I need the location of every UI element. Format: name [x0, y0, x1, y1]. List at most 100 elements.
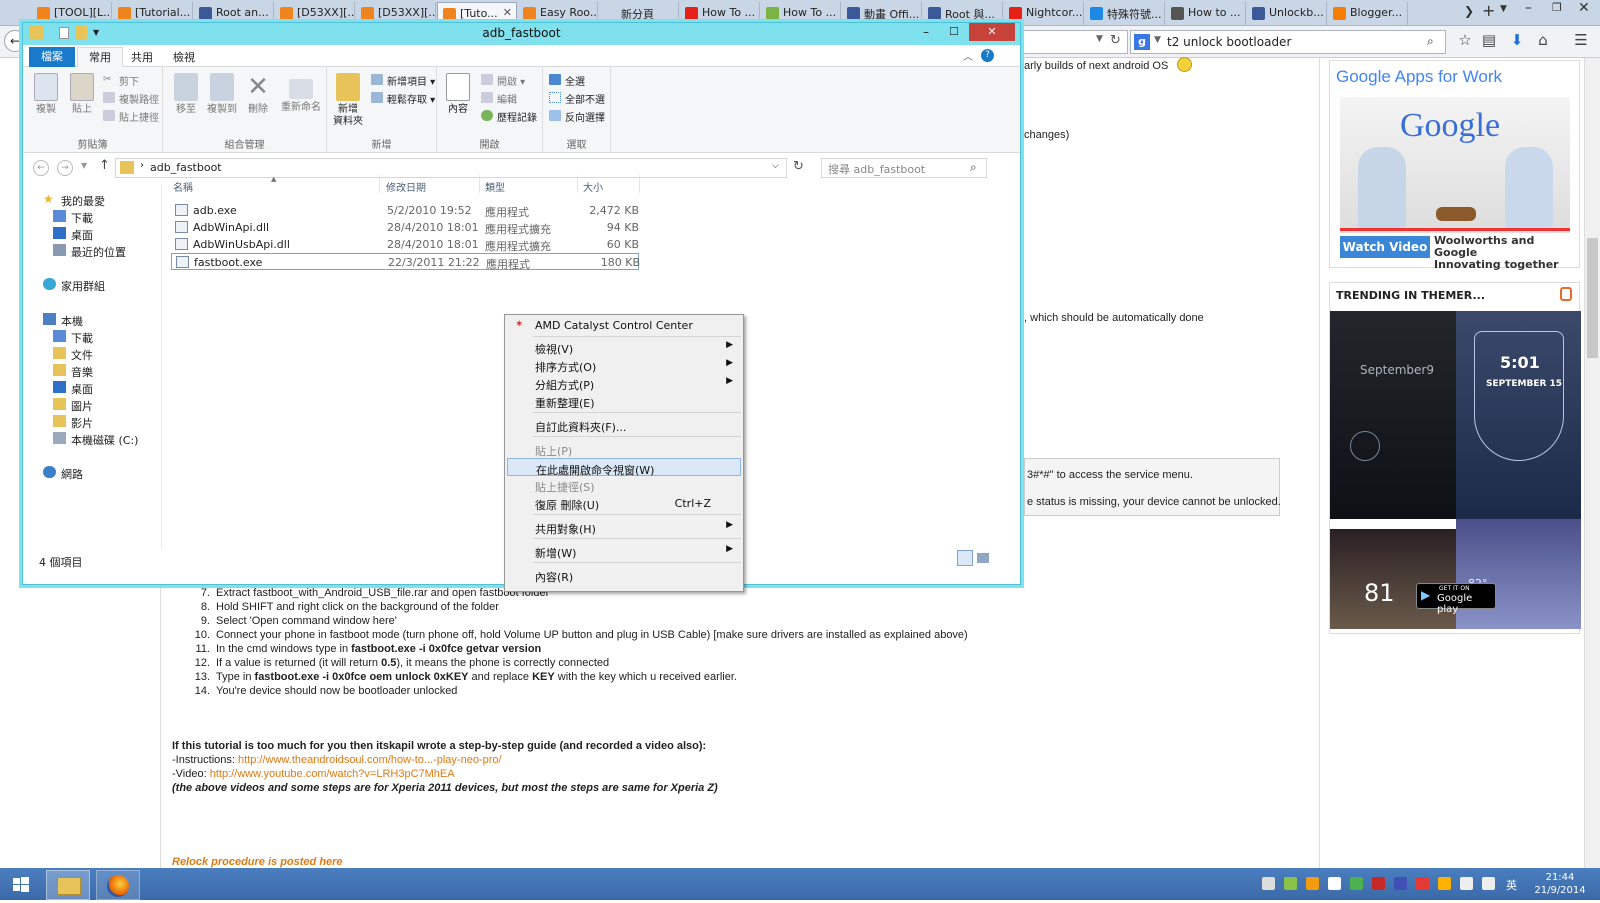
- paste-button[interactable]: 貼上: [65, 73, 99, 116]
- maximize-icon[interactable]: ☐: [949, 25, 959, 38]
- theme-preview-1[interactable]: September9: [1330, 311, 1456, 519]
- ad-video-thumbnail[interactable]: Google: [1340, 97, 1570, 233]
- column-header-modified[interactable]: 修改日期: [386, 179, 426, 194]
- nav-favorites[interactable]: ★ 我的最愛: [43, 193, 105, 209]
- menu-item-paste-shortcut[interactable]: 貼上捷徑(S): [507, 476, 741, 494]
- select-none-button[interactable]: 全部不選: [549, 91, 605, 106]
- tray-app-icon[interactable]: [1328, 877, 1341, 890]
- delete-button[interactable]: ✕ 刪除: [241, 73, 275, 116]
- google-play-badge[interactable]: ▶ GET IT ON Google play: [1416, 583, 1496, 615]
- nav-downloads[interactable]: 下載: [53, 210, 93, 226]
- menu-item-new[interactable]: 新增(W) ▶: [507, 542, 741, 560]
- menu-item-share-with[interactable]: 共用對象(H) ▶: [507, 518, 741, 536]
- easy-access-button[interactable]: 輕鬆存取 ▾: [371, 91, 435, 106]
- search-input[interactable]: t2 unlock bootloader: [1167, 35, 1291, 49]
- tab-list-icon[interactable]: ▼: [1500, 4, 1507, 14]
- recent-locations-icon[interactable]: ▼: [81, 161, 87, 170]
- up-icon[interactable]: ↑: [99, 158, 110, 173]
- menu-item-properties[interactable]: 內容(R): [507, 566, 741, 584]
- search-go-icon[interactable]: ⌕: [1427, 34, 1434, 49]
- file-row[interactable]: adb.exe 5/2/2010 19:52 應用程式 2,472 KB: [171, 202, 639, 219]
- cut-button[interactable]: ✂ 剪下: [103, 73, 139, 88]
- menu-item-view[interactable]: 檢視(V) ▶: [507, 338, 741, 356]
- column-header-type[interactable]: 類型: [485, 179, 505, 194]
- nav-desktop[interactable]: 桌面: [53, 227, 93, 243]
- invert-selection-button[interactable]: 反向選擇: [549, 109, 605, 124]
- tray-app-icon[interactable]: [1306, 877, 1319, 890]
- minimize-icon[interactable]: –: [1525, 0, 1532, 16]
- maximize-icon[interactable]: ❐: [1552, 1, 1562, 14]
- menu-item-open-command-window[interactable]: 在此處開啟命令視窗(W): [507, 458, 741, 477]
- bookmark-star-icon[interactable]: ☆: [1454, 31, 1476, 53]
- back-icon[interactable]: ←: [33, 160, 49, 176]
- rename-button[interactable]: 重新命名: [279, 73, 323, 114]
- tab-home[interactable]: 常用: [77, 47, 123, 68]
- tray-app-icon[interactable]: [1438, 877, 1451, 890]
- nav-pictures[interactable]: 圖片: [53, 398, 93, 414]
- close-tab-icon[interactable]: ✕: [503, 6, 512, 19]
- relock-link[interactable]: Relock procedure is posted here: [172, 856, 343, 868]
- search-box[interactable]: g ▼ t2 unlock bootloader ⌕: [1130, 30, 1446, 54]
- reading-list-icon[interactable]: ▤: [1478, 31, 1500, 53]
- taskbar-explorer[interactable]: [46, 870, 90, 900]
- nav-documents[interactable]: 文件: [53, 347, 93, 363]
- breadcrumb[interactable]: adb_fastboot: [150, 161, 222, 174]
- menu-item-refresh[interactable]: 重新整理(E): [507, 392, 741, 410]
- google-search-icon[interactable]: g: [1134, 34, 1150, 50]
- tray-app-icon[interactable]: [1350, 877, 1363, 890]
- address-bar[interactable]: › adb_fastboot ⌵: [115, 158, 787, 178]
- reload-icon[interactable]: ↻: [1110, 33, 1121, 48]
- browser-tab[interactable]: 特殊符號...: [1085, 2, 1165, 25]
- nav-local-disk[interactable]: 本機磁碟 (C:): [53, 432, 138, 448]
- menu-icon[interactable]: ☰: [1570, 31, 1592, 53]
- nav-recent[interactable]: 最近的位置: [53, 244, 126, 260]
- search-engine-dropdown-icon[interactable]: ▼: [1154, 35, 1161, 45]
- ime-indicator[interactable]: 英: [1506, 877, 1517, 893]
- network-tray-icon[interactable]: [1460, 877, 1473, 890]
- speaker-tray-icon[interactable]: [1482, 877, 1495, 890]
- help-icon[interactable]: ?: [981, 49, 994, 62]
- explorer-search-input[interactable]: 搜尋 adb_fastboot ⌕: [821, 158, 987, 178]
- download-icon[interactable]: ⬇: [1506, 31, 1528, 53]
- nav-network[interactable]: 網路: [43, 466, 83, 482]
- copy-button[interactable]: 複製: [29, 73, 63, 116]
- explorer-titlebar[interactable]: ▼ adb_fastboot – ☐ ✕: [23, 23, 1020, 45]
- nav-pc-downloads[interactable]: 下載: [53, 330, 93, 346]
- file-row[interactable]: AdbWinUsbApi.dll 28/4/2010 18:01 應用程式擴充 …: [171, 236, 639, 253]
- tab-share[interactable]: 共用: [131, 49, 153, 65]
- address-dropdown-icon[interactable]: ⌵: [772, 161, 779, 171]
- nav-videos[interactable]: 影片: [53, 415, 93, 431]
- volume-icon[interactable]: [1262, 877, 1275, 890]
- select-all-button[interactable]: 全選: [549, 73, 585, 88]
- home-icon[interactable]: ⌂: [1532, 31, 1554, 53]
- collapse-ribbon-icon[interactable]: ︿: [963, 48, 973, 63]
- menu-item-paste[interactable]: 貼上(P): [507, 440, 741, 458]
- refresh-icon[interactable]: ↻: [793, 159, 804, 174]
- tab-file[interactable]: 檔案: [29, 47, 75, 67]
- page-scrollbar-thumb[interactable]: [1587, 238, 1598, 358]
- instructions-link[interactable]: http://www.theandroidsoul.com/how-to...-…: [238, 754, 502, 766]
- search-icon[interactable]: ⌕: [970, 160, 977, 175]
- new-folder-button[interactable]: 新增 資料夾: [331, 73, 365, 128]
- file-row[interactable]: AdbWinApi.dll 28/4/2010 18:01 應用程式擴充 94 …: [171, 219, 639, 236]
- details-view-icon[interactable]: [957, 550, 973, 566]
- clock[interactable]: 21:44 21/9/2014: [1528, 871, 1592, 897]
- nav-pc-desktop[interactable]: 桌面: [53, 381, 93, 397]
- tray-app-icon[interactable]: [1284, 877, 1297, 890]
- new-item-button[interactable]: 新增項目 ▾: [371, 73, 435, 88]
- page-scrollbar[interactable]: [1584, 58, 1600, 868]
- tray-app-icon[interactable]: [1416, 877, 1429, 890]
- tab-view[interactable]: 檢視: [173, 49, 195, 65]
- history-button[interactable]: 歷程記錄: [481, 109, 537, 124]
- column-header-size[interactable]: 大小: [583, 179, 603, 194]
- paste-shortcut-button[interactable]: 貼上捷徑: [103, 109, 159, 124]
- menu-item-group-by[interactable]: 分組方式(P) ▶: [507, 374, 741, 392]
- url-dropdown-icon[interactable]: ▼: [1096, 34, 1103, 44]
- move-to-button[interactable]: 移至: [169, 73, 203, 116]
- forward-icon[interactable]: →: [57, 160, 73, 176]
- tab-scroll-right-icon[interactable]: ❯: [1464, 4, 1474, 18]
- breadcrumb-separator-icon[interactable]: ›: [140, 160, 144, 171]
- properties-button[interactable]: 內容: [441, 73, 475, 116]
- video-link[interactable]: http://www.youtube.com/watch?v=LRH3pC7Mh…: [210, 768, 455, 780]
- tray-app-icon[interactable]: [1394, 877, 1407, 890]
